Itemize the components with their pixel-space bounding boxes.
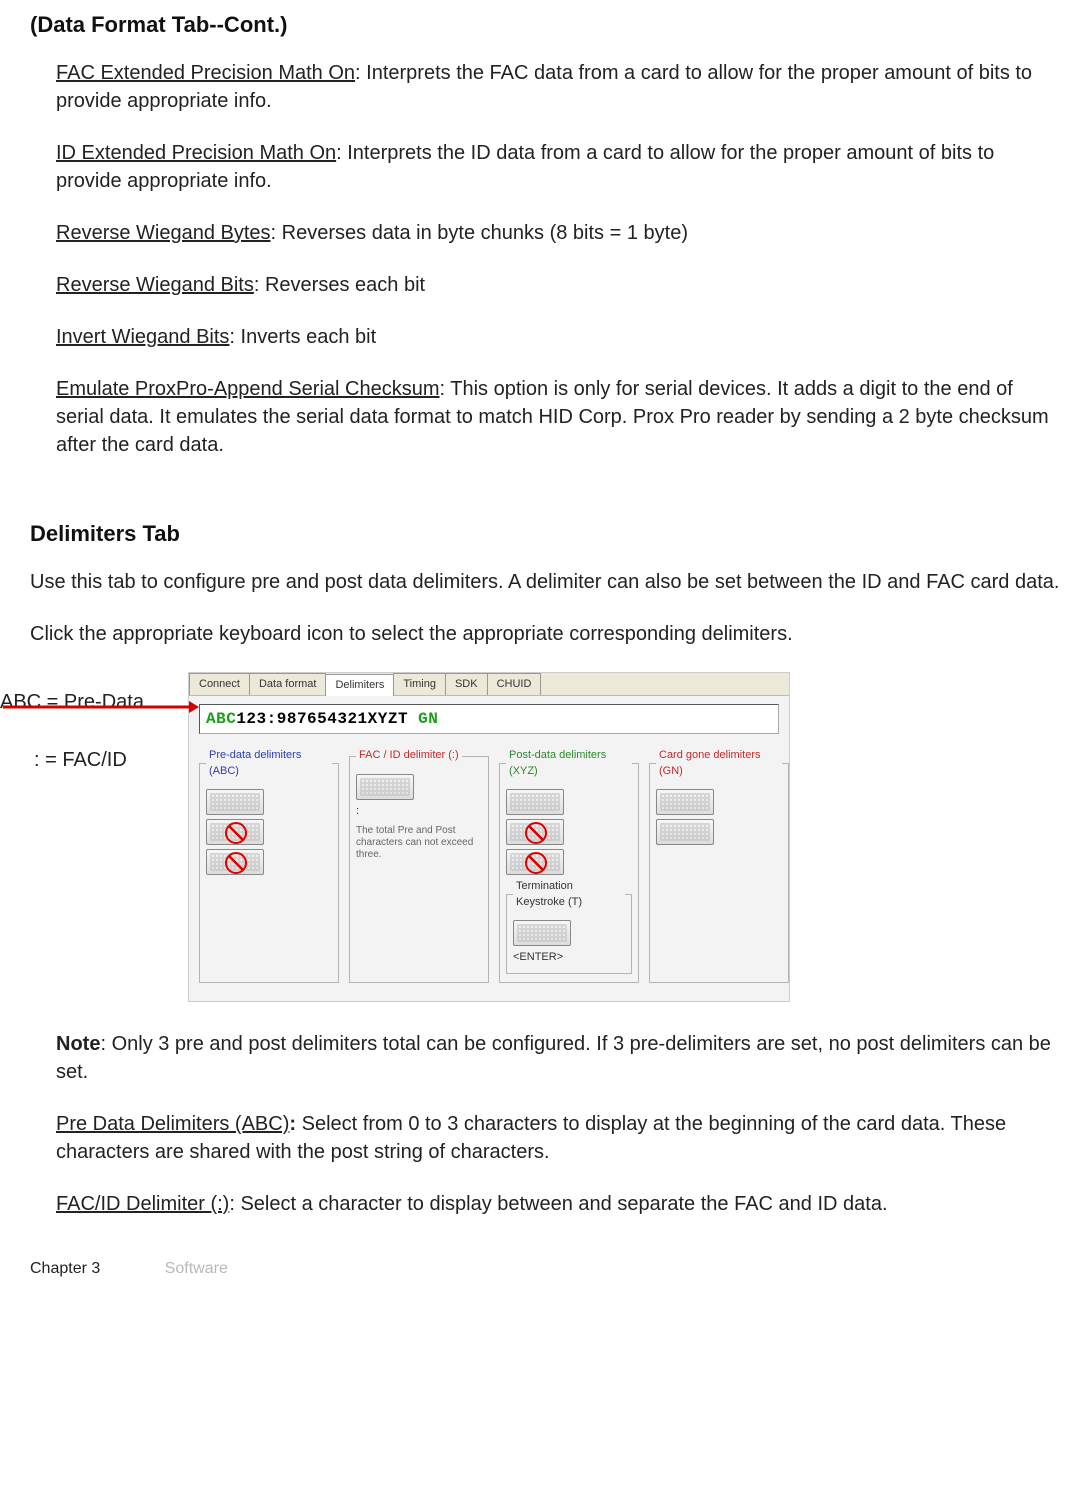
display-t: T — [398, 710, 408, 728]
term-pre-data-delim: Pre Data Delimiters (ABC) — [56, 1113, 289, 1135]
note-text: : Only 3 pre and post delimiters total c… — [56, 1033, 1051, 1083]
keyboard-disabled-icon[interactable] — [506, 849, 564, 875]
def-fac-ext: FAC Extended Precision Math On: Interpre… — [56, 59, 1065, 115]
keyboard-icon[interactable] — [206, 789, 264, 815]
facid-note: The total Pre and Post characters can no… — [356, 825, 476, 861]
display-colon: : — [267, 710, 277, 728]
keyboard-icon[interactable] — [656, 789, 714, 815]
delimiters-intro-1: Use this tab to configure pre and post d… — [30, 568, 1065, 596]
heading-data-format-cont: (Data Format Tab--Cont.) — [30, 10, 1065, 41]
def-inv-bits: Invert Wiegand Bits: Inverts each bit — [56, 323, 1065, 351]
facid-value: : — [356, 804, 482, 819]
callout-colon: : = FAC/ID — [34, 746, 160, 774]
def-pre-data-delim: Pre Data Delimiters (ABC): Select from 0… — [56, 1110, 1065, 1166]
page-footer: Chapter 3 Software — [30, 1258, 1065, 1280]
display-id: 987654321 — [277, 710, 368, 728]
def-emulate: Emulate ProxPro-Append Serial Checksum: … — [56, 375, 1065, 459]
legend-fac-id: FAC / ID delimiter (:) — [356, 748, 462, 763]
tab-delimiters[interactable]: Delimiters — [325, 674, 394, 696]
footer-section: Software — [165, 1260, 228, 1277]
delimiters-screenshot: Connect Data format Delimiters Timing SD… — [188, 672, 790, 1003]
term-fac-ext: FAC Extended Precision Math On — [56, 62, 355, 84]
term-id-ext: ID Extended Precision Math On — [56, 142, 336, 164]
keyboard-icon[interactable] — [513, 920, 571, 946]
display-field: ABC123:987654321XYZT GN — [199, 704, 779, 734]
tab-connect[interactable]: Connect — [189, 673, 250, 695]
heading-delimiters-tab: Delimiters Tab — [30, 519, 1065, 550]
def-rev-bits: Reverse Wiegand Bits: Reverses each bit — [56, 271, 1065, 299]
term-facid-delim: FAC/ID Delimiter (:) — [56, 1193, 229, 1215]
display-gn: GN — [408, 710, 438, 728]
termination-value: <ENTER> — [513, 950, 625, 965]
keyboard-disabled-icon[interactable] — [506, 819, 564, 845]
legend-termination: Termination Keystroke (T) — [513, 879, 625, 910]
text-inv-bits: : Inverts each bit — [229, 326, 376, 348]
keyboard-icon[interactable] — [506, 789, 564, 815]
term-emulate: Emulate ProxPro-Append Serial Checksum — [56, 378, 440, 400]
legend-card-gone: Card gone delimiters (GN) — [656, 748, 782, 779]
tab-data-format[interactable]: Data format — [249, 673, 326, 695]
note-paragraph: Note: Only 3 pre and post delimiters tot… — [56, 1030, 1065, 1086]
def-id-ext: ID Extended Precision Math On: Interpret… — [56, 139, 1065, 195]
group-post-data: Post-data delimiters (XYZ) Termination K… — [499, 748, 639, 983]
arrow-icon — [3, 701, 199, 713]
keyboard-icon[interactable] — [656, 819, 714, 845]
def-rev-bytes: Reverse Wiegand Bytes: Reverses data in … — [56, 219, 1065, 247]
delimiters-intro-2: Click the appropriate keyboard icon to s… — [30, 620, 1065, 648]
term-inv-bits: Invert Wiegand Bits — [56, 326, 229, 348]
display-abc: ABC — [206, 710, 236, 728]
term-rev-bytes: Reverse Wiegand Bytes — [56, 222, 271, 244]
group-pre-data: Pre-data delimiters (ABC) — [199, 748, 339, 983]
keyboard-disabled-icon[interactable] — [206, 849, 264, 875]
group-card-gone: Card gone delimiters (GN) — [649, 748, 789, 983]
group-fac-id: FAC / ID delimiter (:) : The total Pre a… — [349, 748, 489, 983]
tab-strip: Connect Data format Delimiters Timing SD… — [189, 673, 789, 696]
tab-sdk[interactable]: SDK — [445, 673, 488, 695]
group-termination: Termination Keystroke (T) <ENTER> — [506, 879, 632, 974]
legend-pre-data: Pre-data delimiters (ABC) — [206, 748, 332, 779]
footer-chapter: Chapter 3 — [30, 1260, 100, 1277]
legend-post-data: Post-data delimiters (XYZ) — [506, 748, 632, 779]
text-facid-delim: : Select a character to display between … — [229, 1193, 887, 1215]
tab-chuid[interactable]: CHUID — [487, 673, 542, 695]
tab-timing[interactable]: Timing — [393, 673, 446, 695]
text-rev-bytes: : Reverses data in byte chunks (8 bits =… — [271, 222, 688, 244]
text-rev-bits: : Reverses each bit — [254, 274, 425, 296]
term-rev-bits: Reverse Wiegand Bits — [56, 274, 254, 296]
display-fac: 123 — [236, 710, 266, 728]
keyboard-disabled-icon[interactable] — [206, 819, 264, 845]
note-label: Note — [56, 1033, 100, 1055]
def-facid-delim: FAC/ID Delimiter (:): Select a character… — [56, 1190, 1065, 1218]
display-xyz: XYZ — [368, 710, 398, 728]
keyboard-icon[interactable] — [356, 774, 414, 800]
